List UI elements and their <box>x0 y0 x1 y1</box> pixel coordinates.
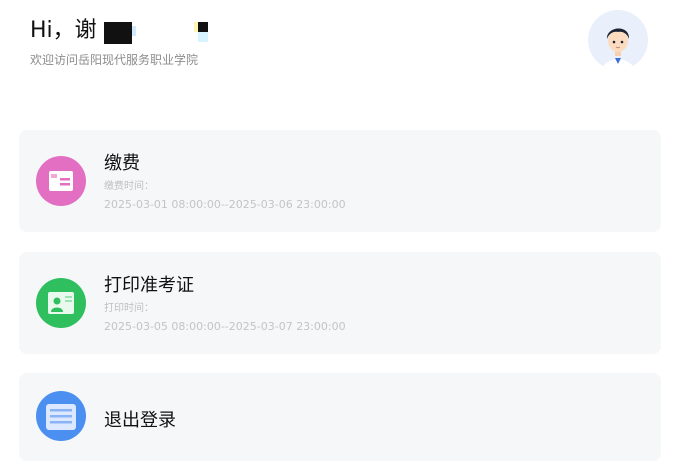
print-time-label: 打印时间： <box>104 303 154 314</box>
payment-title: 缴费 <box>104 153 140 174</box>
print-time-range: 2025-03-05 08:00:00--2025-03-07 23:00:00 <box>104 320 346 333</box>
admission-ticket-icon <box>36 278 86 328</box>
redacted-name <box>104 22 214 46</box>
greeting-title: Hi，谢 <box>30 12 97 44</box>
payment-card-icon <box>36 156 86 206</box>
print-ticket-card[interactable]: 打印准考证 打印时间： 2025-03-05 08:00:00--2025-03… <box>19 252 661 354</box>
print-ticket-title: 打印准考证 <box>104 275 194 296</box>
logout-list-icon <box>36 391 86 441</box>
payment-time-range: 2025-03-01 08:00:00--2025-03-06 23:00:00 <box>104 198 346 211</box>
user-avatar-icon[interactable] <box>588 10 648 70</box>
logout-card[interactable]: 退出登录 <box>19 373 661 461</box>
welcome-subtitle: 欢迎访问岳阳现代服务职业学院 <box>30 53 199 67</box>
payment-card[interactable]: 缴费 缴费时间： 2025-03-01 08:00:00--2025-03-06… <box>19 130 661 232</box>
payment-time-label: 缴费时间： <box>104 181 154 192</box>
greeting-text: Hi，谢 <box>30 18 97 43</box>
logout-title: 退出登录 <box>104 410 176 431</box>
